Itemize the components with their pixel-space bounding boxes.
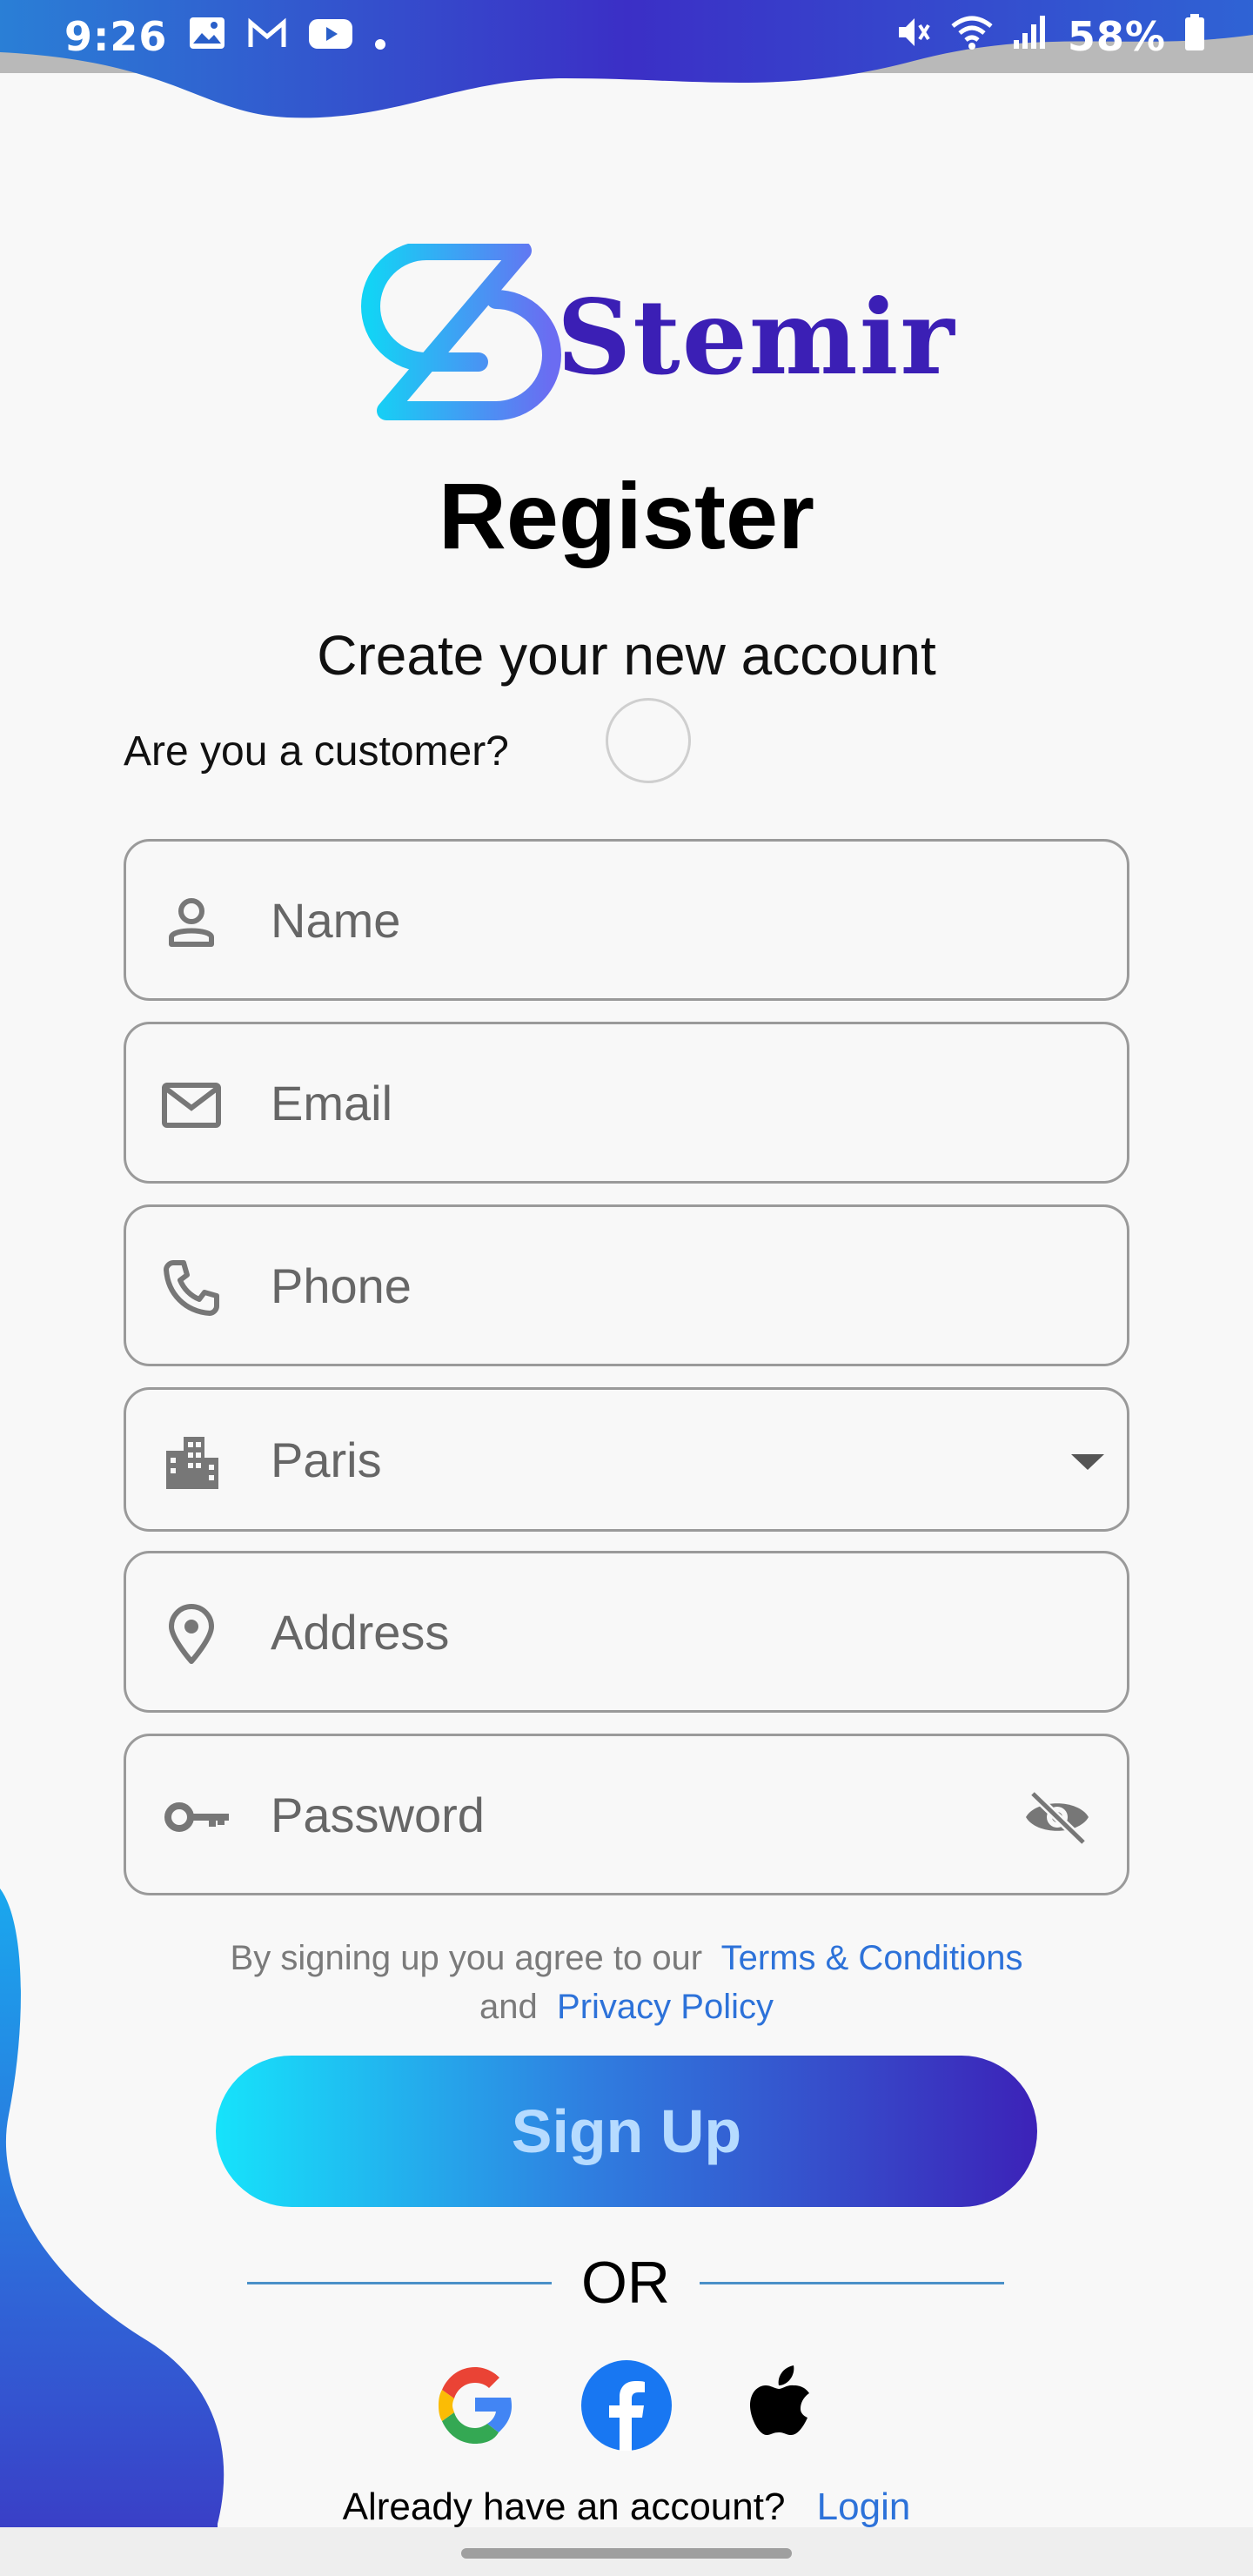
password-placeholder: Password	[271, 1788, 485, 1842]
youtube-icon	[308, 13, 353, 60]
eye-off-icon[interactable]	[1022, 1787, 1092, 1848]
email-placeholder: Email	[271, 1076, 393, 1130]
terms-prefix: By signing up you agree to our	[230, 1939, 703, 1977]
apple-icon[interactable]	[736, 2358, 830, 2452]
address-placeholder: Address	[271, 1605, 450, 1660]
mute-icon	[894, 13, 932, 61]
login-row: Already have an account? Login	[0, 2485, 1253, 2529]
terms-link[interactable]: Terms & Conditions	[721, 1939, 1023, 1977]
privacy-link[interactable]: Privacy Policy	[557, 1988, 774, 2026]
login-prompt: Already have an account?	[342, 2485, 786, 2528]
name-placeholder: Name	[271, 893, 401, 948]
status-left: 9:26	[64, 9, 386, 64]
password-field[interactable]: Password	[124, 1734, 1129, 1895]
customer-label: Are you a customer?	[124, 728, 509, 775]
or-divider: OR	[247, 2247, 1004, 2317]
page-title: Register	[438, 463, 815, 568]
home-gesture-handle[interactable]	[461, 2548, 792, 2559]
customer-radio[interactable]	[606, 698, 691, 783]
status-right: 58%	[894, 9, 1206, 64]
person-icon	[169, 898, 214, 947]
terms-text: By signing up you agree to our Terms & C…	[0, 1934, 1253, 2031]
page-subtitle: Create your new account	[317, 624, 936, 687]
terms-and: and	[479, 1988, 538, 2026]
address-field[interactable]: Address	[124, 1551, 1129, 1713]
battery-percent: 58%	[1067, 13, 1166, 60]
dot-icon	[374, 13, 386, 60]
city-dropdown[interactable]: Paris	[124, 1387, 1129, 1532]
divider-line-right	[700, 2282, 1004, 2284]
gallery-icon	[188, 13, 226, 60]
key-icon	[164, 1802, 229, 1832]
brand-name: Stemir	[557, 277, 956, 398]
gmail-icon	[247, 13, 287, 60]
location-pin-icon	[169, 1604, 214, 1664]
name-field[interactable]: Name	[124, 839, 1129, 1001]
customer-toggle-row: Are you a customer?	[124, 698, 691, 783]
chevron-down-icon	[1071, 1454, 1104, 1470]
phone-field[interactable]: Phone	[124, 1204, 1129, 1366]
status-time: 9:26	[64, 13, 168, 60]
google-icon[interactable]	[428, 2358, 522, 2452]
city-value: Paris	[271, 1432, 382, 1487]
facebook-icon[interactable]	[580, 2358, 673, 2452]
mail-icon	[162, 1083, 221, 1128]
phone-placeholder: Phone	[271, 1258, 412, 1313]
wifi-icon	[949, 13, 995, 60]
login-link[interactable]: Login	[817, 2485, 911, 2528]
email-field[interactable]: Email	[124, 1022, 1129, 1184]
phone-icon	[164, 1260, 219, 1316]
battery-icon	[1183, 13, 1206, 61]
signup-button[interactable]: Sign Up	[216, 2056, 1037, 2207]
signal-icon	[1012, 13, 1050, 60]
building-icon	[166, 1437, 218, 1489]
